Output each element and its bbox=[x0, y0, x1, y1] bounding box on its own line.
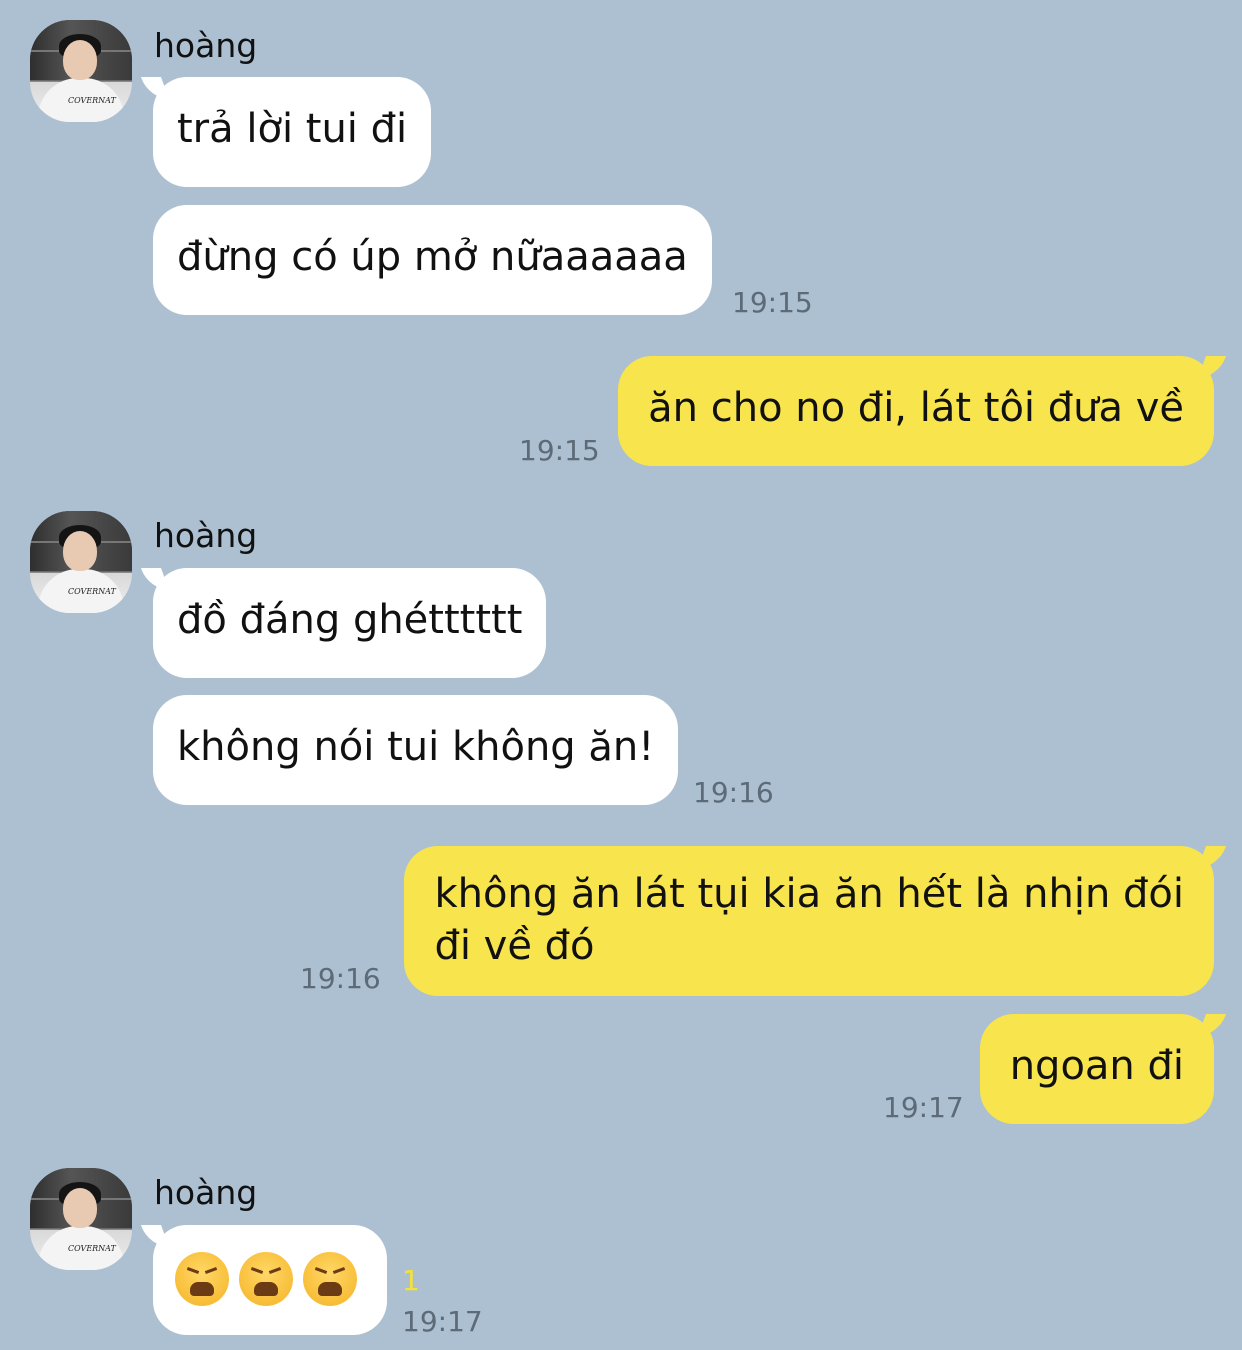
message-text-line: đi về đó bbox=[434, 923, 595, 969]
message-timestamp: 19:17 bbox=[883, 1091, 964, 1124]
message-text: trả lời tui đi bbox=[177, 106, 408, 152]
message-text: đừng có úp mở nữaaaaaa bbox=[177, 234, 688, 280]
message-bubble-outgoing[interactable]: ngoan đi bbox=[979, 1014, 1214, 1124]
sender-name: hoàng bbox=[154, 26, 258, 65]
message-timestamp: 19:15 bbox=[519, 434, 600, 467]
message-text: ăn cho no đi, lát tôi đưa về bbox=[648, 385, 1184, 431]
weary-face-icon bbox=[239, 1252, 293, 1306]
message-timestamp: 19:15 bbox=[732, 286, 813, 319]
message-bubble-incoming[interactable]: đồ đáng ghétttttt bbox=[153, 568, 547, 678]
sender-avatar[interactable]: COVERNAT bbox=[30, 511, 132, 613]
message-bubble-incoming[interactable]: trả lời tui đi bbox=[153, 77, 432, 187]
sender-avatar[interactable]: COVERNAT bbox=[30, 1168, 132, 1270]
sender-avatar[interactable]: COVERNAT bbox=[30, 20, 132, 122]
message-text: đồ đáng ghétttttt bbox=[177, 597, 523, 643]
message-timestamp: 19:17 bbox=[402, 1305, 483, 1338]
message-bubble-incoming[interactable] bbox=[153, 1225, 387, 1335]
sender-name: hoàng bbox=[154, 1173, 258, 1212]
message-timestamp: 19:16 bbox=[300, 962, 381, 995]
unread-count: 1 bbox=[402, 1264, 420, 1297]
weary-face-icon bbox=[175, 1252, 229, 1306]
weary-face-icon bbox=[303, 1252, 357, 1306]
message-bubble-outgoing[interactable]: không ăn lát tụi kia ăn hết là nhịn đói … bbox=[404, 846, 1214, 996]
message-text: không nói tui không ăn! bbox=[177, 724, 655, 770]
message-bubble-outgoing[interactable]: ăn cho no đi, lát tôi đưa về bbox=[618, 356, 1214, 466]
message-text: ngoan đi bbox=[1009, 1043, 1184, 1089]
sender-name: hoàng bbox=[154, 516, 258, 555]
message-text-line: không ăn lát tụi kia ăn hết là nhịn đói bbox=[434, 871, 1184, 917]
message-bubble-incoming[interactable]: không nói tui không ăn! bbox=[153, 695, 679, 805]
message-bubble-incoming[interactable]: đừng có úp mở nữaaaaaa bbox=[153, 205, 712, 315]
message-timestamp: 19:16 bbox=[693, 776, 774, 809]
